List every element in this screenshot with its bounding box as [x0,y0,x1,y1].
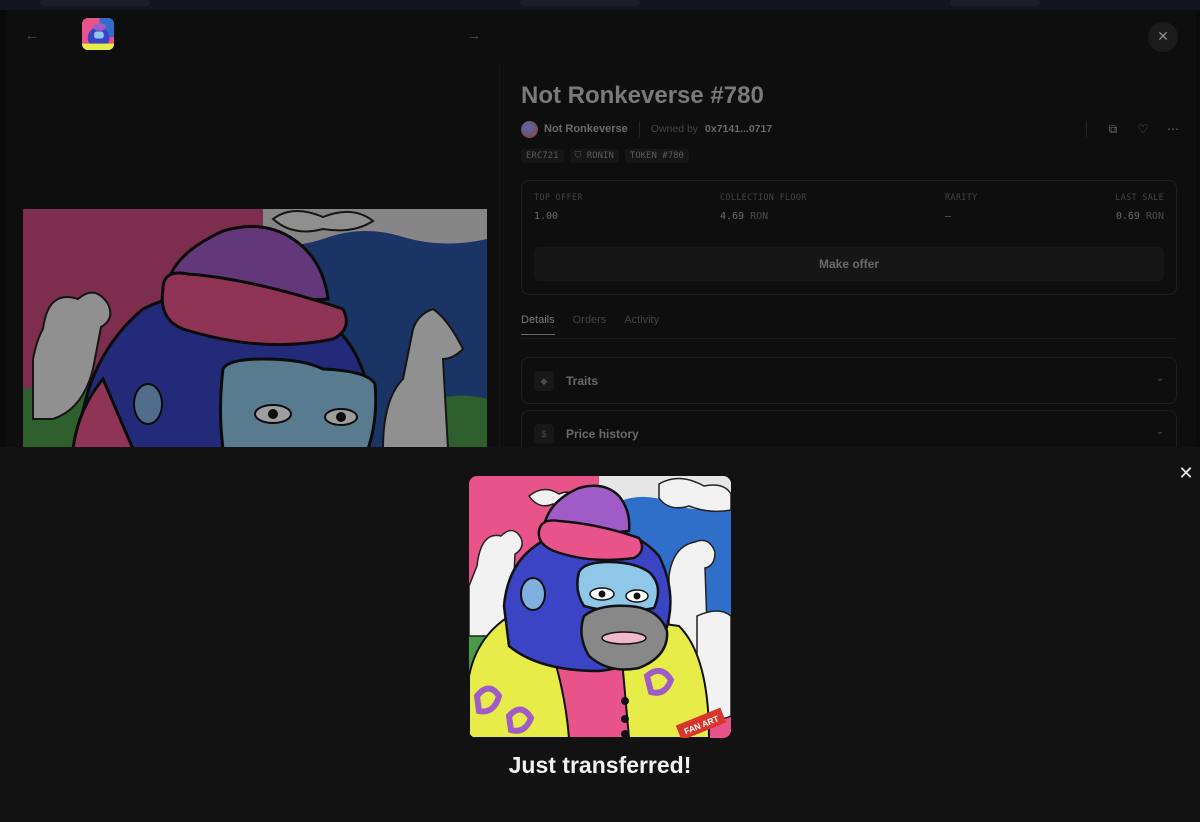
chip-network: ⛉ RONIN [569,149,619,163]
collection-row: Not Ronkeverse Owned by 0x7141...0717 [521,120,772,138]
tab-orders[interactable]: Orders [573,314,607,335]
more-icon[interactable]: ⋯ [1162,122,1184,136]
close-toast-button[interactable]: ✕ [1176,463,1196,483]
tab-activity[interactable]: Activity [624,314,659,335]
stat-top-offer: TOP OFFER 1.00 [534,193,583,222]
chip-token-id: TOKEN #780 [624,149,689,163]
collection-avatar[interactable] [521,120,538,138]
close-icon: ✕ [1157,28,1169,44]
actions-divider [1086,121,1087,137]
copy-icon[interactable]: ⧉ [1102,122,1124,137]
token-chips: ERC721 ⛉ RONIN TOKEN #780 [521,149,695,163]
divider [638,121,640,137]
close-modal-button[interactable]: ✕ [1148,22,1178,52]
nft-artwork-large [23,209,487,447]
previous-arrow-icon[interactable]: ← [20,24,44,48]
heart-icon[interactable]: ♡ [1132,122,1154,136]
next-arrow-icon[interactable]: → [462,24,486,48]
tab-details[interactable]: Details [521,314,555,335]
diamond-icon: ◆ [534,371,554,391]
chevron-down-icon: ⌄ [1155,373,1164,384]
owner-address-link[interactable]: 0x7141...0717 [705,123,772,135]
chip-standard: ERC721 [521,149,564,163]
transfer-toast: ✕ FAN ART Just transferred! [0,447,1200,822]
nft-detail-modal: ← → ✕ Not Ronkeverse #780 Not Ronkeverse… [6,10,1196,447]
dollar-icon: $ [534,424,554,444]
shield-icon: ⛉ [574,151,587,161]
transferred-nft-image: FAN ART [469,476,731,738]
column-divider [499,62,500,447]
owned-by-label: Owned by [650,123,699,135]
collection-name-link[interactable]: Not Ronkeverse [544,123,628,135]
modal-top-bar: ← → ✕ [6,10,1196,62]
price-history-accordion[interactable]: $ Price history ⌄ [521,410,1177,447]
stats-card: TOP OFFER 1.00 COLLECTION FLOOR 4.69 RON… [521,180,1177,295]
nft-title: Not Ronkeverse #780 [521,82,764,109]
nft-thumbnail[interactable] [82,18,114,50]
stat-last-sale: LAST SALE 0.69 RON [1115,193,1164,222]
tabs-divider [521,338,1177,339]
screen: ← → ✕ Not Ronkeverse #780 Not Ronkeverse… [0,0,1200,822]
chevron-down-icon: ⌄ [1155,426,1164,437]
detail-tabs: Details Orders Activity [521,314,677,335]
background-page-strip [0,0,1200,10]
traits-accordion[interactable]: ◆ Traits ⌄ [521,357,1177,404]
stat-collection-floor: COLLECTION FLOOR 4.69 RON [720,193,807,222]
stat-rarity: RARITY – [945,193,978,222]
toast-message: Just transferred! [508,752,692,778]
make-offer-button[interactable]: Make offer [534,247,1164,281]
action-icons: ⧉ ♡ ⋯ [1102,120,1192,138]
close-icon: ✕ [1178,463,1194,483]
